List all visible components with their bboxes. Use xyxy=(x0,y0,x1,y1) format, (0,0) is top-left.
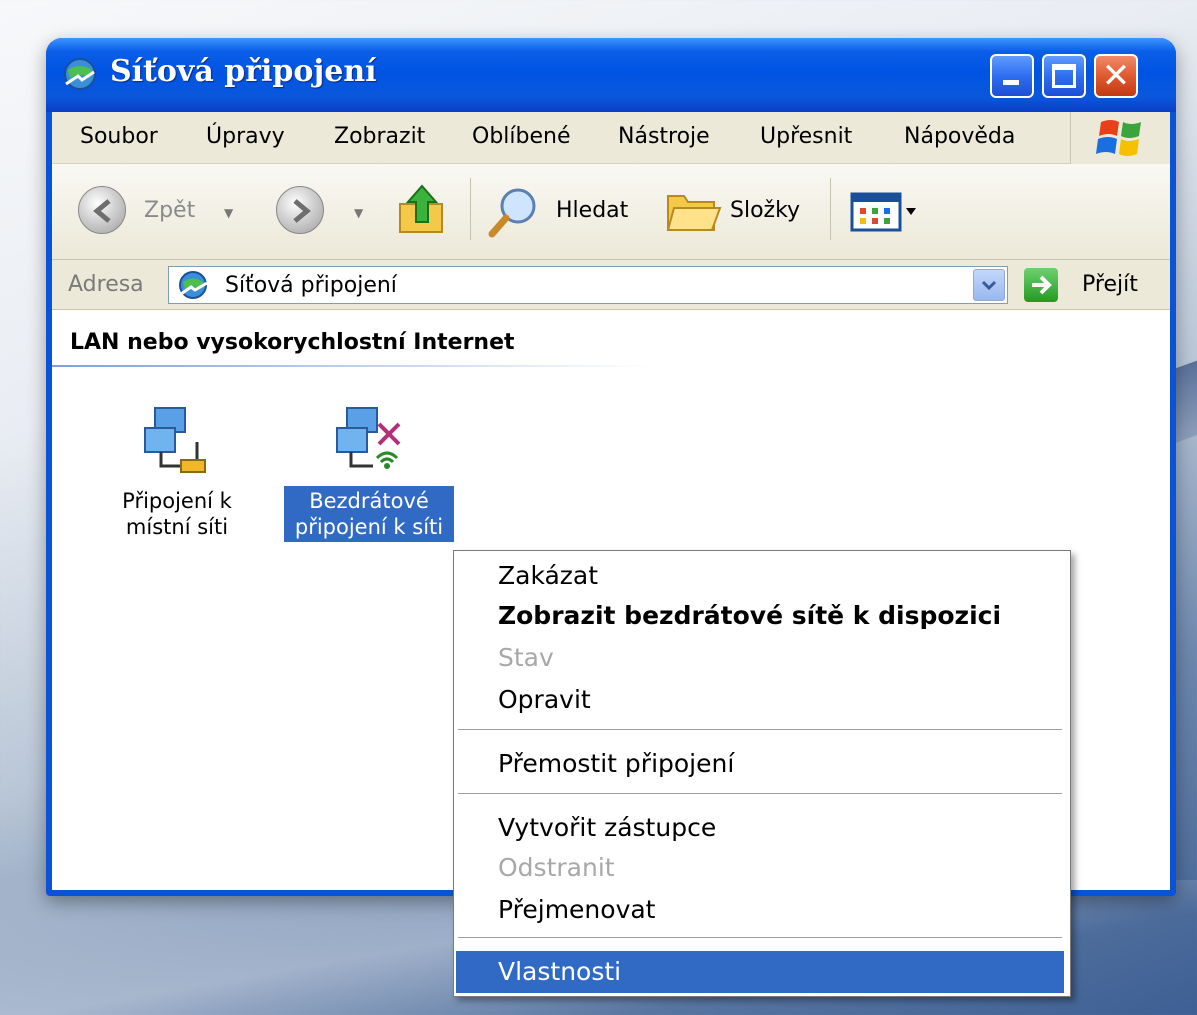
search-label[interactable]: Hledat xyxy=(556,198,628,223)
menu-item-delete: Odstranit xyxy=(498,853,615,882)
menu-item-rename[interactable]: Přejmenovat xyxy=(498,895,655,924)
forward-dropdown-icon[interactable]: ▼ xyxy=(354,206,363,220)
group-divider xyxy=(52,365,652,367)
title-bar[interactable]: Síťová připojení ✕ xyxy=(46,38,1176,112)
menu-view[interactable]: Zobrazit xyxy=(334,124,425,149)
folders-label[interactable]: Složky xyxy=(730,198,800,223)
menu-item-create-shortcut[interactable]: Vytvořit zástupce xyxy=(498,813,716,842)
close-icon: ✕ xyxy=(1101,56,1131,96)
forward-arrow-icon xyxy=(293,199,311,223)
menu-item-properties-label: Vlastnosti xyxy=(498,957,622,986)
window-title: Síťová připojení xyxy=(110,54,377,89)
address-value: Síťová připojení xyxy=(225,273,397,298)
menu-separator xyxy=(458,729,1062,731)
wireless-connection-label: Bezdrátové připojení k síti xyxy=(284,486,454,542)
menu-separator xyxy=(458,793,1062,795)
views-button[interactable] xyxy=(850,190,920,238)
menu-item-bridge-connections[interactable]: Přemostit připojení xyxy=(498,749,734,778)
address-input[interactable]: Síťová připojení xyxy=(168,266,1008,304)
menu-bar: Soubor Úpravy Zobrazit Oblíbené Nástroje… xyxy=(52,112,1170,164)
close-button[interactable]: ✕ xyxy=(1094,54,1138,98)
search-icon xyxy=(488,188,536,238)
address-bar: Adresa Síťová připojení Přejít xyxy=(52,260,1170,310)
wireless-connection-item[interactable]: Bezdrátové připojení k síti xyxy=(284,402,454,542)
wireless-connection-label-line1: Bezdrátové xyxy=(309,489,429,513)
wireless-connection-label-line2: připojení k síti xyxy=(294,515,444,539)
forward-button[interactable] xyxy=(276,186,324,234)
minimize-button[interactable] xyxy=(990,54,1034,98)
menu-file[interactable]: Soubor xyxy=(80,124,158,149)
toolbar-separator xyxy=(830,178,831,240)
menu-favorites[interactable]: Oblíbené xyxy=(472,124,570,149)
toolbar-separator xyxy=(470,178,471,240)
context-menu: Zakázat Zobrazit bezdrátové sítě k dispo… xyxy=(453,550,1071,997)
network-connections-icon xyxy=(177,269,211,305)
menu-tools[interactable]: Nástroje xyxy=(618,124,710,149)
up-folder-button[interactable] xyxy=(396,182,448,242)
go-label[interactable]: Přejít xyxy=(1082,272,1138,297)
menu-edit[interactable]: Úpravy xyxy=(206,124,285,149)
toolbar: Zpět ▼ ▼ Hledat Složky xyxy=(52,164,1170,260)
network-connections-icon xyxy=(60,54,100,94)
lan-connection-item[interactable]: Připojení k místní síti xyxy=(102,402,252,542)
back-arrow-icon xyxy=(93,199,111,223)
lan-connection-label-line2: místní síti xyxy=(125,515,229,539)
up-folder-icon xyxy=(399,184,443,233)
menu-item-disable[interactable]: Zakázat xyxy=(498,561,598,590)
folders-icon xyxy=(666,195,722,231)
folders-button[interactable] xyxy=(664,186,722,240)
views-icon xyxy=(850,192,916,232)
wireless-connection-icon xyxy=(336,407,401,469)
chevron-down-icon xyxy=(981,280,997,291)
lan-connection-label-line1: Připojení k xyxy=(122,489,232,513)
maximize-button[interactable] xyxy=(1042,54,1086,98)
menu-item-view-wireless-networks[interactable]: Zobrazit bezdrátové sítě k dispozici xyxy=(498,601,1001,630)
address-label: Adresa xyxy=(68,272,144,297)
menu-item-repair[interactable]: Opravit xyxy=(498,685,591,714)
menu-separator xyxy=(458,937,1062,939)
menu-help[interactable]: Nápověda xyxy=(904,124,1015,149)
menu-item-status: Stav xyxy=(498,643,554,672)
back-dropdown-icon[interactable]: ▼ xyxy=(224,206,233,220)
lan-connection-icon xyxy=(144,407,206,473)
lan-connection-label: Připojení k místní síti xyxy=(102,486,252,542)
menu-item-properties[interactable]: Vlastnosti xyxy=(456,951,1064,993)
back-label: Zpět xyxy=(144,198,196,223)
group-title: LAN nebo vysokorychlostní Internet xyxy=(70,330,515,355)
back-button[interactable] xyxy=(78,186,126,234)
search-button[interactable] xyxy=(484,184,544,244)
go-button[interactable] xyxy=(1024,268,1058,302)
windows-logo xyxy=(1070,112,1170,164)
menu-advanced[interactable]: Upřesnit xyxy=(760,124,852,149)
minimize-icon xyxy=(1003,80,1019,85)
address-dropdown-button[interactable] xyxy=(973,269,1005,301)
maximize-icon xyxy=(1052,64,1076,88)
go-arrow-icon xyxy=(1032,275,1052,295)
